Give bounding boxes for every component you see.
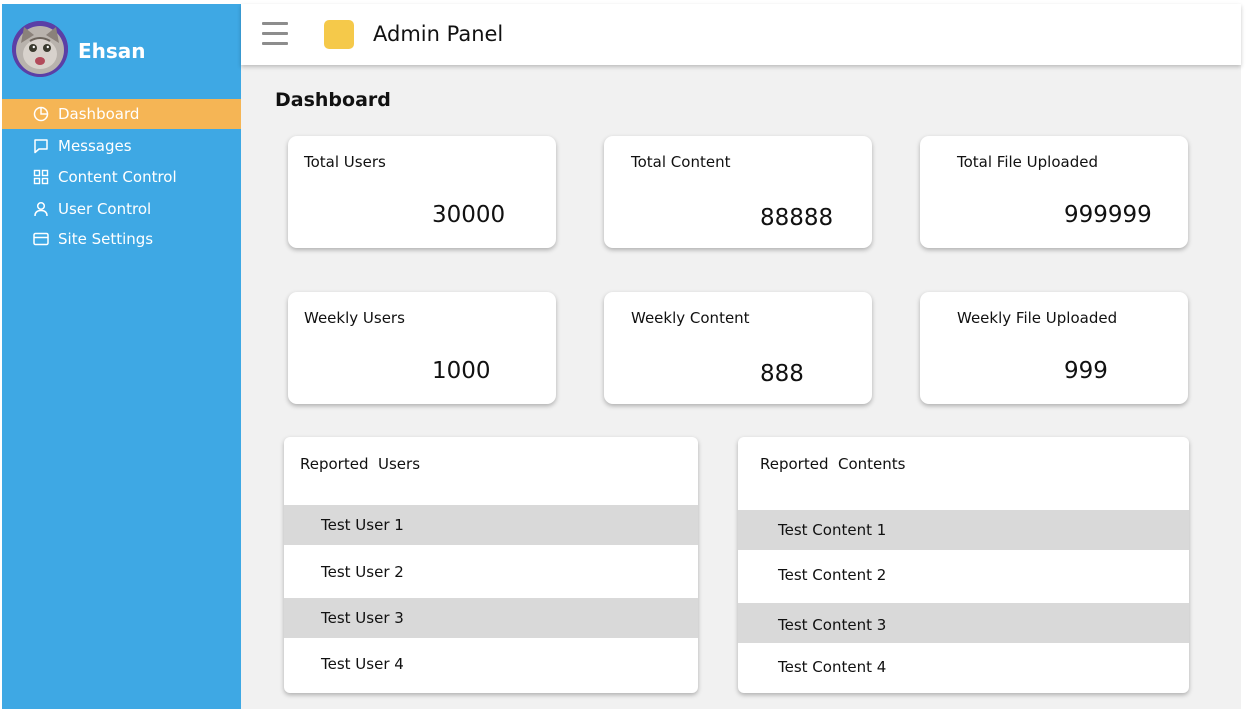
cat-avatar-icon	[12, 21, 68, 77]
reported-content-row[interactable]: Test Content 2	[738, 550, 1189, 603]
stat-value: 999999	[1064, 202, 1152, 228]
stat-value: 30000	[432, 202, 506, 228]
sidebar-item-content-control[interactable]: Content Control	[2, 162, 241, 192]
sidebar-item-label: Dashboard	[58, 105, 140, 123]
sidebar-item-user-control[interactable]: User Control	[2, 194, 241, 224]
user-name: Ehsan	[78, 39, 146, 63]
stat-label: Total Content	[631, 153, 731, 171]
reported-content-row[interactable]: Test Content 1	[738, 510, 1189, 550]
pie-chart-icon	[33, 106, 49, 122]
reported-users-panel: Reported Users Test User 1 Test User 2 T…	[284, 437, 698, 693]
stat-card-total-files: Total File Uploaded 999999	[920, 136, 1188, 248]
stat-card-weekly-users: Weekly Users 1000	[288, 292, 556, 404]
reported-user-row[interactable]: Test User 4	[284, 638, 698, 693]
row-label: Test Content 1	[778, 521, 887, 539]
card-icon	[33, 232, 49, 246]
app-title: Admin Panel	[373, 22, 504, 46]
stat-label: Weekly File Uploaded	[957, 309, 1118, 327]
row-label: Test User 1	[321, 516, 404, 534]
sidebar-item-label: Site Settings	[58, 230, 154, 248]
reported-contents-panel: Reported Contents Test Content 1 Test Co…	[738, 437, 1189, 693]
message-icon	[34, 139, 48, 154]
row-label: Test Content 2	[778, 566, 887, 584]
sidebar-item-label: User Control	[58, 200, 152, 218]
sidebar: Ehsan Dashboard Messages Content Control…	[2, 4, 241, 709]
page-title: Dashboard	[275, 89, 391, 111]
stat-value: 999	[1064, 358, 1108, 384]
hamburger-menu-icon[interactable]	[262, 22, 288, 46]
stat-card-weekly-content: Weekly Content 888	[604, 292, 872, 404]
panel-title: Reported Users	[300, 455, 421, 473]
row-label: Test User 4	[321, 655, 404, 673]
reported-user-row[interactable]: Test User 1	[284, 505, 698, 545]
stat-value: 88888	[760, 205, 834, 231]
stat-card-weekly-files: Weekly File Uploaded 999	[920, 292, 1188, 404]
row-label: Test User 2	[321, 563, 404, 581]
sidebar-item-site-settings[interactable]: Site Settings	[2, 224, 241, 254]
reported-content-row[interactable]: Test Content 4	[738, 643, 1189, 693]
stat-card-total-content: Total Content 88888	[604, 136, 872, 248]
stat-value: 888	[760, 361, 804, 387]
reported-user-row[interactable]: Test User 3	[284, 598, 698, 638]
avatar[interactable]	[12, 21, 68, 77]
row-label: Test Content 3	[778, 616, 887, 634]
sidebar-item-messages[interactable]: Messages	[2, 131, 241, 161]
sidebar-item-dashboard[interactable]: Dashboard	[2, 99, 241, 129]
stat-label: Weekly Content	[631, 309, 750, 327]
reported-user-row[interactable]: Test User 2	[284, 545, 698, 598]
top-bar: Admin Panel	[241, 4, 1241, 65]
sidebar-item-label: Messages	[58, 137, 132, 155]
stat-card-total-users: Total Users 30000	[288, 136, 556, 248]
panel-title: Reported Contents	[760, 455, 906, 473]
grid-icon	[33, 169, 49, 185]
brand-logo	[324, 20, 354, 49]
stat-label: Total Users	[304, 153, 386, 171]
row-label: Test User 3	[321, 609, 404, 627]
user-icon	[34, 201, 48, 217]
stat-label: Weekly Users	[304, 309, 405, 327]
sidebar-item-label: Content Control	[58, 168, 177, 186]
reported-content-row[interactable]: Test Content 3	[738, 603, 1189, 643]
stat-value: 1000	[432, 358, 491, 384]
row-label: Test Content 4	[778, 658, 887, 676]
stat-label: Total File Uploaded	[957, 153, 1098, 171]
main-content: Admin Panel Dashboard Total Users 30000 …	[241, 4, 1241, 709]
